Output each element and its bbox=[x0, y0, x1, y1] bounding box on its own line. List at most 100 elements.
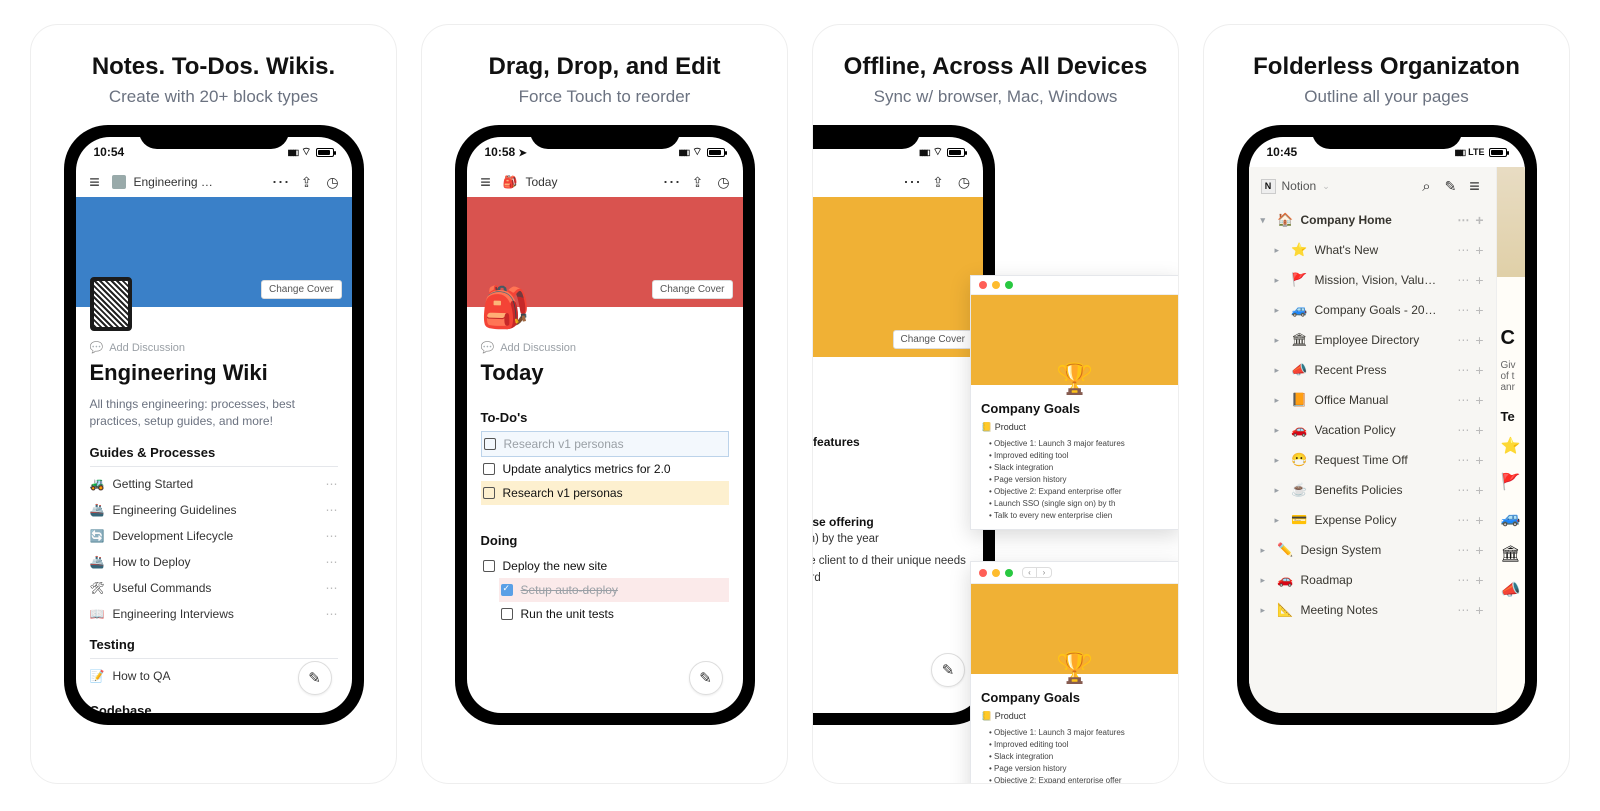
more-icon[interactable] bbox=[326, 607, 338, 621]
close-icon[interactable] bbox=[979, 569, 987, 577]
more-icon[interactable]: ⋯ bbox=[1457, 573, 1469, 587]
add-icon[interactable]: + bbox=[1475, 272, 1483, 288]
doc-title[interactable]: Today bbox=[525, 175, 557, 189]
add-discussion[interactable]: Add Discussion bbox=[481, 341, 729, 354]
sidebar-item[interactable]: ▸🚩Mission, Vision, Valu…⋯+ bbox=[1269, 265, 1490, 295]
chevron-right-icon[interactable]: ▸ bbox=[1275, 365, 1285, 376]
checkbox-checked-icon[interactable] bbox=[501, 584, 513, 596]
chevron-down-icon[interactable]: ⌄ bbox=[1322, 181, 1330, 192]
change-cover-button[interactable]: Change Cover bbox=[652, 280, 732, 299]
sidebar-item[interactable]: ▸🚙Company Goals - 20…⋯+ bbox=[1269, 295, 1490, 325]
add-icon[interactable]: + bbox=[1475, 212, 1483, 228]
sidebar-item[interactable]: ▸🏛Employee Directory⋯+ bbox=[1269, 325, 1490, 355]
add-discussion[interactable]: Add Discussion bbox=[90, 341, 338, 354]
menu-icon[interactable] bbox=[86, 173, 104, 191]
share-icon[interactable] bbox=[689, 173, 707, 191]
more-icon[interactable]: ⋯ bbox=[1457, 303, 1469, 317]
more-icon[interactable] bbox=[326, 581, 338, 595]
compose-fab[interactable]: ✎ bbox=[689, 661, 723, 695]
todo-item-selected[interactable]: Research v1 personas bbox=[481, 481, 729, 505]
chevron-right-icon[interactable]: ▸ bbox=[1275, 455, 1285, 466]
add-icon[interactable]: + bbox=[1475, 422, 1483, 438]
sidebar-item[interactable]: ▸🚗Vacation Policy⋯+ bbox=[1269, 415, 1490, 445]
todo-item-dragging[interactable]: Research v1 personas bbox=[481, 431, 729, 457]
sidebar-item[interactable]: ▸📐Meeting Notes⋯+ bbox=[1255, 595, 1490, 625]
sidebar-item[interactable]: ▸💳Expense Policy⋯+ bbox=[1269, 505, 1490, 535]
add-icon[interactable]: + bbox=[1475, 542, 1483, 558]
history-icon[interactable] bbox=[324, 173, 342, 191]
checkbox[interactable] bbox=[483, 463, 495, 475]
doc-title[interactable]: Engineering … bbox=[134, 175, 213, 189]
add-icon[interactable]: + bbox=[1475, 362, 1483, 378]
compose-fab[interactable]: ✎ bbox=[931, 653, 965, 687]
more-icon[interactable]: ⋯ bbox=[1457, 393, 1469, 407]
add-icon[interactable]: + bbox=[1475, 242, 1483, 258]
list-item[interactable]: 🚢How to Deploy bbox=[90, 549, 338, 575]
add-icon[interactable]: + bbox=[1475, 392, 1483, 408]
checkbox[interactable] bbox=[483, 560, 495, 572]
todo-item-done[interactable]: Setup auto-deploy bbox=[499, 578, 729, 602]
add-icon[interactable]: + bbox=[1475, 512, 1483, 528]
add-icon[interactable]: + bbox=[1475, 482, 1483, 498]
chevron-right-icon[interactable]: ▸ bbox=[1275, 245, 1285, 256]
todo-item[interactable]: Update analytics metrics for 2.0 bbox=[481, 457, 729, 481]
history-icon[interactable] bbox=[715, 173, 733, 191]
chevron-right-icon[interactable]: ▸ bbox=[1275, 305, 1285, 316]
chevron-right-icon[interactable]: ▸ bbox=[1275, 335, 1285, 346]
chevron-right-icon[interactable]: ▸ bbox=[1261, 605, 1271, 616]
sidebar-item[interactable]: ▸☕Benefits Policies⋯+ bbox=[1269, 475, 1490, 505]
zoom-icon[interactable] bbox=[1005, 281, 1013, 289]
sidebar-item[interactable]: ▸📙Office Manual⋯+ bbox=[1269, 385, 1490, 415]
more-icon[interactable]: ⋯ bbox=[1457, 543, 1469, 557]
add-icon[interactable]: + bbox=[1475, 332, 1483, 348]
menu-icon[interactable] bbox=[1466, 177, 1484, 195]
checkbox[interactable] bbox=[484, 438, 496, 450]
compose-fab[interactable]: ✎ bbox=[298, 661, 332, 695]
more-icon[interactable]: ⋯ bbox=[1457, 603, 1469, 617]
more-icon[interactable]: ⋯ bbox=[1457, 213, 1469, 227]
menu-icon[interactable] bbox=[477, 173, 495, 191]
more-icon[interactable]: ⋯ bbox=[1457, 483, 1469, 497]
more-icon[interactable]: ⋯ bbox=[1457, 333, 1469, 347]
todo-item[interactable]: Deploy the new site bbox=[481, 554, 729, 578]
minimize-icon[interactable] bbox=[992, 281, 1000, 289]
more-icon[interactable]: ⋯ bbox=[1457, 243, 1469, 257]
list-item[interactable]: 🛠Useful Commands bbox=[90, 575, 338, 601]
sidebar-item[interactable]: ▸✏️Design System⋯+ bbox=[1255, 535, 1490, 565]
more-icon[interactable] bbox=[326, 477, 338, 491]
share-icon[interactable] bbox=[929, 173, 947, 191]
checkbox[interactable] bbox=[483, 487, 495, 499]
share-icon[interactable] bbox=[298, 173, 316, 191]
list-item[interactable]: 🔄Development Lifecycle bbox=[90, 523, 338, 549]
chevron-down-icon[interactable]: ▾ bbox=[1261, 215, 1271, 226]
close-icon[interactable] bbox=[979, 281, 987, 289]
change-cover-button[interactable]: Change Cover bbox=[893, 330, 973, 349]
sidebar-item[interactable]: ▸😷Request Time Off⋯+ bbox=[1269, 445, 1490, 475]
chevron-right-icon[interactable]: ▸ bbox=[1275, 395, 1285, 406]
more-icon[interactable] bbox=[272, 173, 290, 191]
list-item[interactable]: 🚜Getting Started bbox=[90, 471, 338, 497]
forward-icon[interactable]: › bbox=[1037, 568, 1051, 577]
sidebar-item[interactable]: ▸⭐What's New⋯+ bbox=[1269, 235, 1490, 265]
chevron-right-icon[interactable]: ▸ bbox=[1275, 425, 1285, 436]
more-icon[interactable] bbox=[326, 555, 338, 569]
more-icon[interactable] bbox=[903, 173, 921, 191]
sidebar[interactable]: N Notion⌄ ▾ 🏠 Company Home ⋯ bbox=[1249, 167, 1497, 713]
todo-item[interactable]: Run the unit tests bbox=[499, 602, 729, 626]
more-icon[interactable] bbox=[663, 173, 681, 191]
nav-arrows[interactable]: ‹› bbox=[1022, 567, 1052, 578]
chevron-right-icon[interactable]: ▸ bbox=[1261, 575, 1271, 586]
chevron-right-icon[interactable]: ▸ bbox=[1261, 545, 1271, 556]
more-icon[interactable]: ⋯ bbox=[1457, 423, 1469, 437]
add-icon[interactable]: + bbox=[1475, 302, 1483, 318]
list-item[interactable]: 🚢Engineering Guidelines bbox=[90, 497, 338, 523]
minimize-icon[interactable] bbox=[992, 569, 1000, 577]
chevron-right-icon[interactable]: ▸ bbox=[1275, 515, 1285, 526]
add-icon[interactable]: + bbox=[1475, 452, 1483, 468]
sidebar-item[interactable]: ▸📣Recent Press⋯+ bbox=[1269, 355, 1490, 385]
more-icon[interactable]: ⋯ bbox=[1457, 273, 1469, 287]
more-icon[interactable]: ⋯ bbox=[1457, 453, 1469, 467]
chevron-right-icon[interactable]: ▸ bbox=[1275, 275, 1285, 286]
checkbox[interactable] bbox=[501, 608, 513, 620]
chevron-right-icon[interactable]: ▸ bbox=[1275, 485, 1285, 496]
